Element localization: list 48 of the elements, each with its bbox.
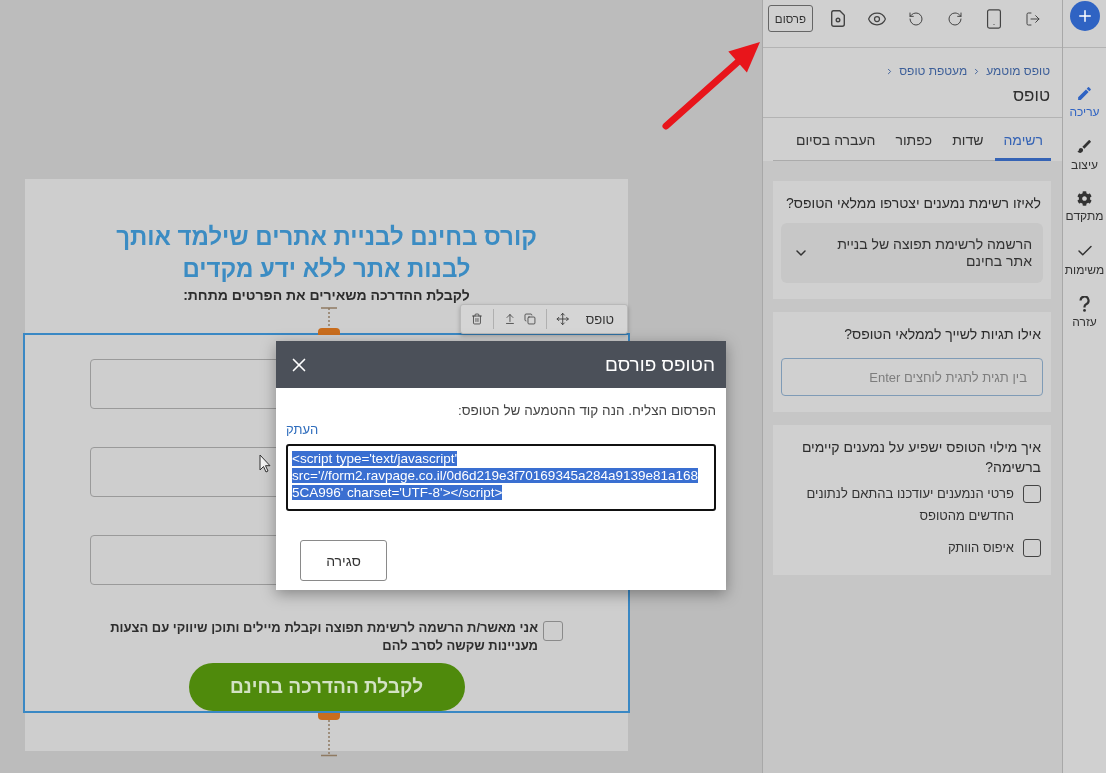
option-label: פרטי הנמענים יעודכנו בהתאם לנתונים החדשים מהטופס <box>805 485 1014 525</box>
tags-input[interactable]: בין תגית לתגית לוחצים Enter <box>781 358 1043 396</box>
option-checkbox[interactable] <box>1023 539 1041 557</box>
breadcrumb-link[interactable]: טופס מוטמע <box>986 63 1050 79</box>
copy-link[interactable]: העתק <box>286 422 319 438</box>
list-dropdown[interactable]: הרשמה לרשימת תפוצה של בניית אתר בחינם <box>781 223 1043 283</box>
consent-text: אני מאשר/ת הרשמה לרשימת תפוצה וקבלת מיילים ותוכן שיווקי עם הצעות מעניינות שקשה לסרב להם <box>109 619 538 655</box>
brush-icon <box>1076 138 1093 155</box>
rail-tab[interactable]: עיצוב <box>1071 138 1098 173</box>
question-icon <box>1079 296 1090 312</box>
cursor-icon <box>259 454 271 473</box>
form-subtitle: לקבלת ההדרכה משאירים את הפרטים מתחת: <box>183 287 470 304</box>
rail-tab[interactable]: עזרה <box>1072 296 1097 330</box>
close-button[interactable]: סגירה <box>300 540 387 581</box>
panel-tab[interactable]: רשימה <box>995 118 1051 161</box>
publish-button[interactable]: פרסום <box>767 5 813 32</box>
card-question: איך מילוי הטופס ישפיע על נמענים קיימים ברשימה? <box>800 438 1041 477</box>
pencil-icon <box>1076 85 1093 102</box>
breadcrumb-link[interactable]: מעטפת טופס <box>899 63 968 79</box>
card-question: אילו תגיות לשייך לממלאי הטופס? <box>843 325 1041 344</box>
option-checkbox[interactable] <box>1023 485 1041 503</box>
move-icon[interactable] <box>556 310 570 328</box>
form-title: קורס בחינם לבניית אתרים שילמד אותך לבנות אתר ללא ידע מקדים <box>116 222 537 284</box>
duplicate-icon[interactable] <box>523 311 536 327</box>
spacing-handle[interactable] <box>317 713 341 757</box>
card-question: לאיזו רשימת נמענים יצטרפו ממלאי הטופס? <box>785 194 1041 213</box>
panel-heading: טופס <box>1011 85 1050 107</box>
save-icon[interactable] <box>831 10 845 27</box>
undo-icon[interactable] <box>908 10 924 27</box>
trash-icon[interactable] <box>471 311 483 327</box>
rail-tab[interactable]: משימות <box>1064 242 1105 278</box>
panel-tab[interactable]: כפתור <box>887 118 941 161</box>
embed-code-field[interactable]: <script type='text/javascript' src='//form2.ravpage.co.il/0d6d219e3f70169345a284a9139e81a1685CA996' charset='UTF-8'></script> <box>286 444 716 511</box>
dialog-message: הפרסום הצליח. הנה קוד ההטמעה של הטופס: <box>456 403 716 419</box>
panel-tab[interactable]: העברה בסיום <box>787 118 884 161</box>
rail-tab[interactable]: מתקדם <box>1065 191 1104 224</box>
redo-icon[interactable] <box>947 10 963 27</box>
add-button[interactable] <box>1069 1 1100 31</box>
spacing-handle[interactable] <box>317 307 341 336</box>
consent-checkbox[interactable] <box>543 621 563 641</box>
panel-tab[interactable]: שדות <box>944 118 992 161</box>
gear-icon <box>1077 191 1092 206</box>
option-label: איפוס הוותק <box>947 539 1014 557</box>
rail-tab[interactable]: עריכה <box>1069 85 1100 120</box>
upload-icon[interactable] <box>503 311 516 327</box>
exit-icon[interactable] <box>1025 10 1041 27</box>
dialog-title: הטופס פורסם <box>605 353 715 376</box>
element-type-label: טופס <box>585 311 614 327</box>
